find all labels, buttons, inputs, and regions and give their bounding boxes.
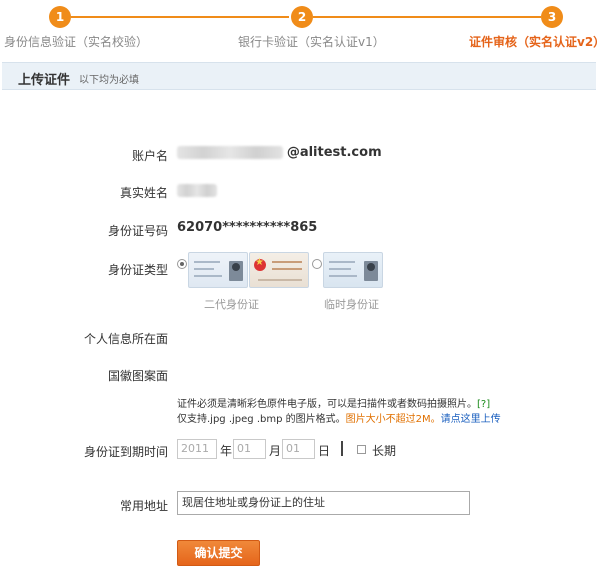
year-unit: 年 [220, 444, 233, 458]
id-portrait [364, 261, 378, 281]
step-1-marker: 1 [49, 6, 71, 28]
card-text-line [272, 261, 302, 263]
emblem-face-label: 国徽图案面 [107, 369, 168, 383]
expiry-month-input[interactable]: 01 [233, 439, 266, 459]
long-term-checkbox[interactable] [357, 445, 366, 454]
upload-requirements-note: 证件必须是清晰彩色原件电子版，可以是扫描件或者数码拍摄照片。[?] [177, 395, 490, 410]
id-type-temporary-radio[interactable] [312, 259, 322, 269]
step-2-marker: 2 [291, 6, 313, 28]
account-domain: @alitest.com [286, 145, 382, 160]
day-unit: 日 [318, 444, 331, 458]
upload-format-note: 仅支持.jpg .jpeg .bmp 的图片格式。图片大小不超过2M。请点这里上… [177, 410, 501, 425]
temporary-id-image [323, 252, 383, 288]
section-subtitle: 以下均为必填 [79, 75, 139, 86]
expiry-label: 身份证到期时间 [83, 445, 168, 459]
step-line [71, 16, 289, 18]
size-limit-text: 图片大小不超过2M。 [345, 414, 441, 425]
expiry-day-input[interactable]: 01 [282, 439, 315, 459]
id-card-front-image [188, 252, 248, 288]
card-text-line [258, 279, 302, 281]
section-title: 上传证件 [18, 73, 71, 88]
format-text: 仅支持.jpg .jpeg .bmp 的图片格式。 [177, 414, 346, 425]
upload-requirements-text: 证件必须是清晰彩色原件电子版，可以是扫描件或者数码拍摄照片。 [177, 399, 477, 410]
upload-link[interactable]: 请点这里上传 [441, 414, 501, 425]
account-value: @alitest.com [177, 145, 382, 160]
account-name-redacted [177, 146, 283, 159]
card-text-line [194, 268, 214, 270]
separator [341, 441, 343, 456]
real-name-redacted [177, 184, 217, 197]
personal-face-label: 个人信息所在面 [83, 332, 168, 346]
national-emblem-icon [254, 257, 266, 271]
id-card-back-image [249, 252, 309, 288]
id-number-value: 62070**********865 [177, 220, 318, 235]
id-type-label: 身份证类型 [107, 263, 168, 277]
card-text-line [329, 261, 355, 263]
card-text-line [329, 268, 351, 270]
step-3-marker: 3 [541, 6, 563, 28]
submit-button[interactable]: 确认提交 [177, 540, 260, 566]
card-text-line [194, 261, 220, 263]
real-name-label: 真实姓名 [119, 186, 168, 200]
id-number-label: 身份证号码 [107, 224, 168, 238]
step-1-label: 身份信息验证（实名校验） [4, 35, 149, 49]
address-label: 常用地址 [119, 499, 168, 513]
real-name-value [177, 183, 217, 197]
section-header: 上传证件 以下均为必填 [2, 62, 596, 90]
expiry-year-input[interactable]: 2011 [177, 439, 217, 459]
id-portrait [229, 261, 243, 281]
month-unit: 月 [269, 444, 282, 458]
progress-steps: 1 2 3 身份信息验证（实名校验） 银行卡验证（实名认证v1） 证件审核（实名… [0, 0, 600, 58]
card-text-line [194, 275, 222, 277]
step-2-label: 银行卡验证（实名认证v1） [238, 35, 385, 49]
account-label: 账户名 [131, 149, 168, 163]
card-text-line [272, 268, 302, 270]
step-line [313, 16, 541, 18]
help-icon[interactable]: [?] [477, 399, 490, 410]
long-term-label: 长期 [372, 444, 397, 458]
temporary-id-caption: 临时身份证 [324, 298, 379, 311]
address-input[interactable]: 现居住地址或身份证上的住址 [177, 491, 470, 515]
card-text-line [329, 275, 357, 277]
step-3-label: 证件审核（实名认证v2） [469, 35, 600, 49]
second-gen-id-caption: 二代身份证 [204, 298, 259, 311]
id-type-second-gen-radio[interactable] [177, 259, 187, 269]
